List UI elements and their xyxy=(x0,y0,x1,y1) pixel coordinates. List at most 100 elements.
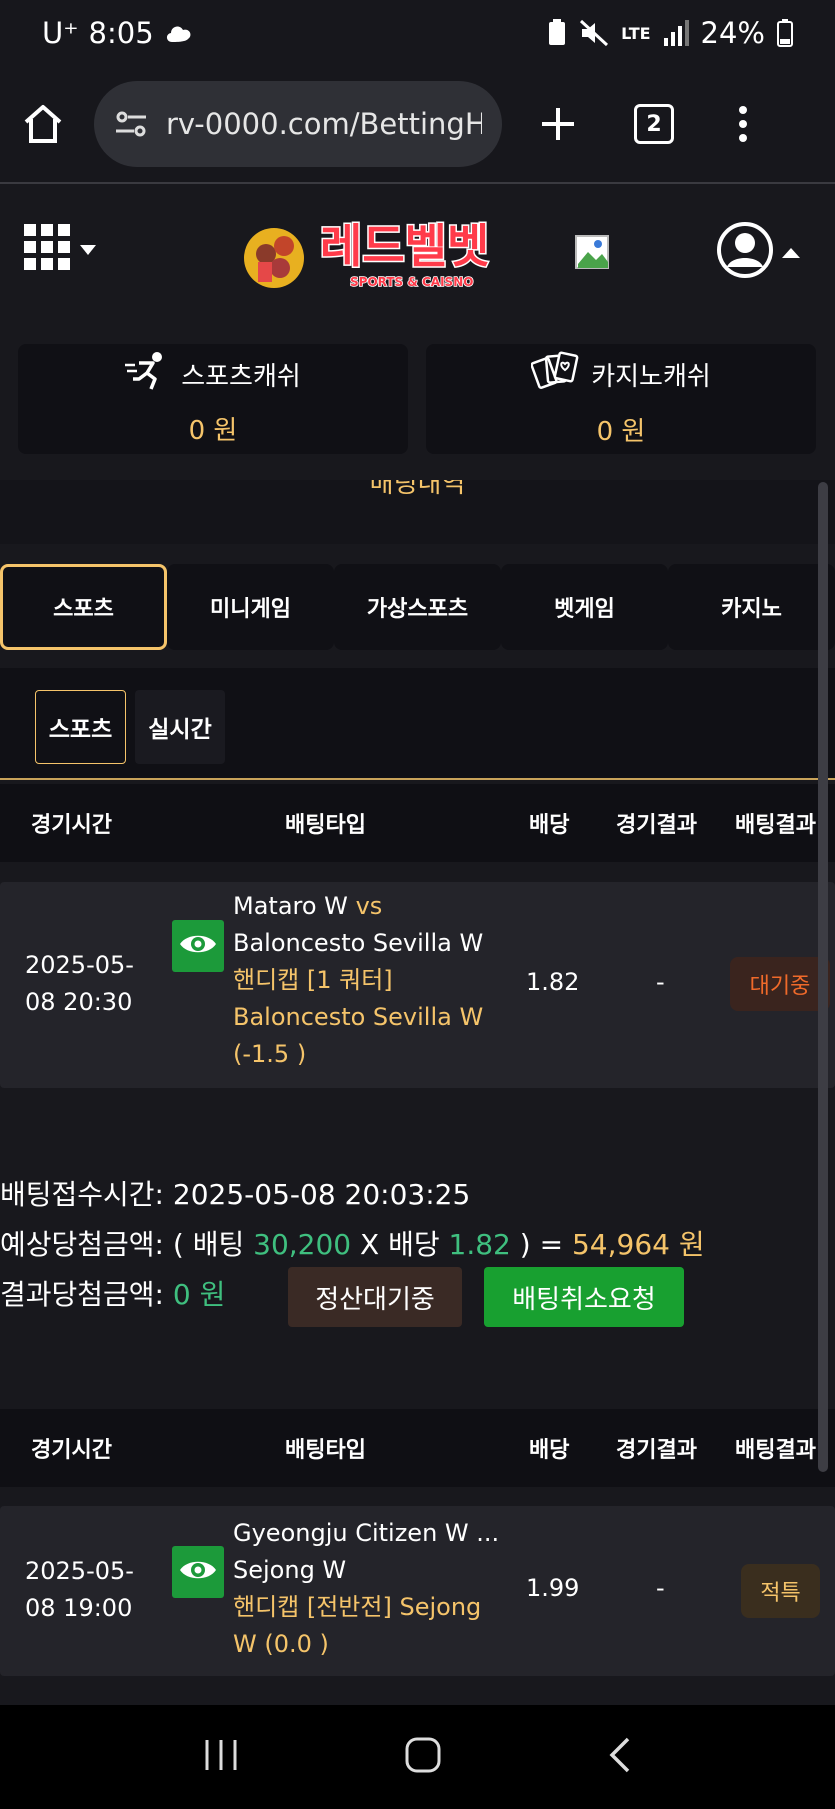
network-label: LTE xyxy=(621,23,651,43)
status-bar: U⁺ 8:05 LTE 24% xyxy=(0,0,835,66)
bet-date: 2025-05- 08 20:30 xyxy=(25,951,134,1016)
subtabs: 스포츠 실시간 xyxy=(0,668,835,780)
tab-casino[interactable]: 카지노 xyxy=(668,564,835,650)
category-tabs: 스포츠 미니게임 가상스포츠 벳게임 카지노 xyxy=(0,564,835,650)
casino-cash-wallet: 카지노캐쉬 0 원 xyxy=(426,344,816,454)
header-game-time: 경기시간 xyxy=(31,1438,112,1463)
logo-subtitle: SPORTS & CAISNO xyxy=(350,275,473,289)
table-header: 경기시간 배팅타입 배당 경기결과 배팅결과 xyxy=(0,1409,835,1487)
new-tab-icon[interactable] xyxy=(540,106,576,142)
bet-match-info: Mataro W vs Baloncesto Sevilla W 핸디캡 [1 … xyxy=(233,888,483,1073)
summary-odds: 1.82 xyxy=(448,1228,511,1261)
away-team: Baloncesto Sevilla W xyxy=(233,929,484,957)
cards-icon xyxy=(530,350,579,399)
signal-icon xyxy=(663,20,689,46)
vs-label: vs xyxy=(355,892,383,920)
logo-graphic: 레드벨벳 SPORTS & CAISNO xyxy=(244,218,491,290)
market-line: 핸디캡 [1 쿼터] xyxy=(233,966,393,994)
user-avatar-icon xyxy=(716,221,774,283)
market-handicap: W (0.0 ) xyxy=(233,1630,329,1658)
expected-win-line: 예상당첨금액: ( 배팅 30,200 X 배당 1.82 ) = 54,964… xyxy=(0,1228,705,1261)
mute-icon xyxy=(579,19,609,47)
tab-count: 2 xyxy=(646,111,662,137)
away-team: Sejong W xyxy=(233,1556,347,1584)
bet-amount: 30,200 xyxy=(253,1228,352,1261)
tab-minigame[interactable]: 미니게임 xyxy=(167,564,334,650)
home-team: Gyeongju Citizen W ... xyxy=(233,1519,500,1547)
battery-percent: 24% xyxy=(700,16,765,50)
header-bet-result: 배팅결과 xyxy=(735,813,816,838)
table-row: 2025-05- 08 19:00 Gyeongju Citizen W ...… xyxy=(0,1506,835,1676)
wallet-label: 스포츠캐쉬 xyxy=(181,362,301,392)
section-title: 배팅내역 xyxy=(0,480,835,544)
header-odds: 배당 xyxy=(529,813,570,838)
broken-image-icon xyxy=(574,234,610,270)
view-detail-button[interactable] xyxy=(172,1546,224,1598)
wallet-label: 카지노캐쉬 xyxy=(591,362,711,392)
system-nav-bar xyxy=(0,1705,835,1809)
bet-odds: 1.99 xyxy=(526,1574,580,1602)
status-badge: 적특 xyxy=(741,1564,820,1618)
caret-down-icon xyxy=(80,240,96,259)
expected-win: 54,964 원 xyxy=(571,1228,705,1261)
tab-sports[interactable]: 스포츠 xyxy=(0,564,167,650)
subtab-sports[interactable]: 스포츠 xyxy=(35,690,126,764)
tab-switcher-button[interactable]: 2 xyxy=(634,104,674,144)
header-game-result: 경기결과 xyxy=(616,1438,697,1463)
eye-icon xyxy=(179,1558,217,1586)
scrollbar[interactable] xyxy=(818,482,828,1472)
header-bet-result: 배팅결과 xyxy=(735,1438,816,1463)
tab-bet-game[interactable]: 벳게임 xyxy=(501,564,668,650)
betting-history-panel: 배팅내역 스포츠 미니게임 가상스포츠 벳게임 카지노 스포츠 실시간 경기시간… xyxy=(0,480,835,1705)
bet-match-info: Gyeongju Citizen W ... Sejong W 핸디캡 [전반전… xyxy=(233,1515,499,1663)
market-line: 핸디캡 [전반전] Sejong xyxy=(233,1593,482,1621)
home-icon[interactable] xyxy=(22,104,64,144)
back-icon[interactable] xyxy=(608,1736,632,1778)
user-menu-button[interactable] xyxy=(716,221,800,283)
site-logo[interactable]: 레드벨벳 SPORTS & CAISNO xyxy=(240,206,510,298)
result-win: 0 원 xyxy=(172,1278,226,1311)
header-game-time: 경기시간 xyxy=(31,813,112,838)
header-game-result: 경기결과 xyxy=(616,813,697,838)
bet-odds: 1.82 xyxy=(526,968,580,996)
cancel-bet-button[interactable]: 배팅취소요청 xyxy=(484,1267,684,1327)
header-bet-type: 배팅타입 xyxy=(285,1438,366,1463)
address-bar[interactable]: rv-0000.com/BettingH xyxy=(94,81,502,167)
bet-date: 2025-05- 08 19:00 xyxy=(25,1557,134,1622)
wallet-amount: 0 원 xyxy=(188,416,238,446)
home-team: Mataro W xyxy=(233,892,348,920)
battery-saver-icon xyxy=(547,19,567,47)
recent-apps-icon[interactable] xyxy=(203,1738,239,1776)
menu-button[interactable] xyxy=(24,224,96,274)
cloud-icon xyxy=(164,20,194,46)
clock: 8:05 xyxy=(88,16,154,50)
table-header: 경기시간 배팅타입 배당 경기결과 배팅결과 xyxy=(0,784,835,862)
sports-cash-wallet: 스포츠캐쉬 0 원 xyxy=(18,344,408,454)
header-odds: 배당 xyxy=(529,1438,570,1463)
receipt-time-line: 배팅접수시간: 2025-05-08 20:03:25 xyxy=(0,1178,471,1211)
status-badge: 대기중 xyxy=(730,957,830,1011)
result-win-line: 결과당첨금액: 0 원 xyxy=(0,1278,226,1311)
site-header: 레드벨벳 SPORTS & CAISNO xyxy=(0,186,835,316)
logo-title: 레드벨벳 xyxy=(320,219,489,273)
browser-toolbar: rv-0000.com/BettingH 2 xyxy=(0,66,835,184)
bet-game-result: - xyxy=(656,1574,665,1602)
running-icon xyxy=(125,351,169,398)
site-settings-icon[interactable] xyxy=(114,110,148,138)
tab-virtual-sports[interactable]: 가상스포츠 xyxy=(334,564,501,650)
settlement-pending-button[interactable]: 정산대기중 xyxy=(288,1267,462,1327)
subtab-live[interactable]: 실시간 xyxy=(135,690,225,764)
table-row: 2025-05- 08 20:30 Mataro W vs Baloncesto… xyxy=(0,882,835,1088)
grid-menu-icon xyxy=(24,224,70,274)
eye-icon xyxy=(179,932,217,960)
wallet-amount: 0 원 xyxy=(596,417,646,447)
market-handicap: (-1.5 ) xyxy=(233,1040,307,1068)
bet-game-result: - xyxy=(656,968,665,996)
home-nav-icon[interactable] xyxy=(404,1736,442,1778)
url-text[interactable]: rv-0000.com/BettingH xyxy=(166,107,482,141)
view-detail-button[interactable] xyxy=(172,920,224,972)
header-bet-type: 배팅타입 xyxy=(285,813,366,838)
more-menu-icon[interactable] xyxy=(738,105,748,143)
caret-up-icon xyxy=(782,243,800,262)
carrier-label: U⁺ xyxy=(42,16,79,50)
